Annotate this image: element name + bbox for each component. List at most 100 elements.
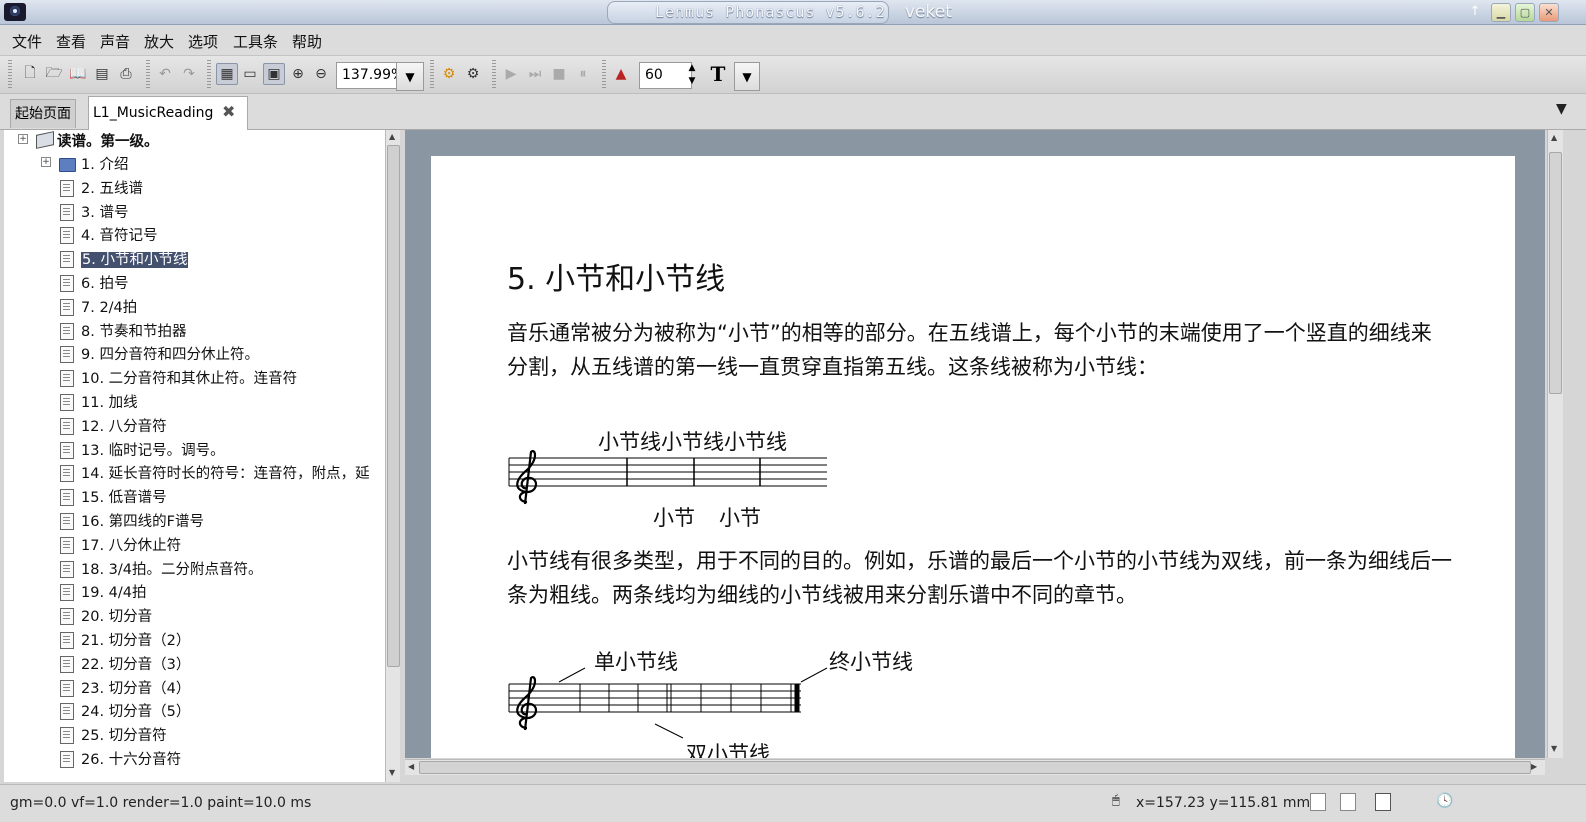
tree-item[interactable]: 12. 八分音符 [81,416,167,438]
tree-item[interactable]: 21. 切分音（2） [81,630,190,652]
tree-root[interactable]: 读谱。第一级。 [57,131,159,153]
page-icon [60,536,74,554]
open-book-icon[interactable]: 📖 [68,64,88,84]
scroll-down-icon[interactable]: ▼ [1551,744,1557,753]
toolbar-grip[interactable] [602,60,606,89]
scroll-up-icon[interactable]: ▲ [389,132,395,141]
tempo-input[interactable]: 60 [639,62,692,89]
toolbar-grip[interactable] [492,60,496,89]
sound-gear-icon[interactable]: ⚙ [439,64,459,84]
tab-close-icon[interactable]: ✖ [222,102,235,121]
settings-icon[interactable]: ⚙ [463,64,483,84]
menu-toolbars[interactable]: 工具条 [233,31,278,52]
tree-scrollbar[interactable]: ▲ ▼ [385,130,400,782]
tab-start-page[interactable]: 起始页面 [10,99,76,128]
new-file-icon[interactable]: 🗋 [20,64,40,84]
open-folder-icon[interactable]: 🗁 [44,64,64,84]
expand-icon[interactable]: + [41,157,51,167]
status-bar: gm=0.0 vf=1.0 render=1.0 paint=10.0 ms 🖱… [0,784,1586,822]
pause-icon[interactable]: ⏸ [573,64,593,84]
measure-label-1: 小节 [653,506,695,530]
close-window-icon[interactable]: ✕ [1539,3,1559,22]
menu-sound[interactable]: 声音 [100,31,130,52]
menu-help[interactable]: 帮助 [292,31,322,52]
page-layout-icon[interactable]: ▣ [263,63,285,85]
zoom-input[interactable]: 137.99% [336,62,401,89]
scroll-left-icon[interactable]: ◀ [408,762,414,771]
document-vertical-scrollbar[interactable]: ▲ ▼ [1547,130,1563,758]
page-view-icon[interactable]: ▭ [240,64,260,84]
shade-window-icon[interactable]: ↑ [1466,3,1484,20]
tree-item[interactable]: 4. 音符记号 [81,225,157,247]
tree-item[interactable]: 10. 二分音符和其休止符。连音符 [81,368,297,390]
vertical-scrollbar-thumb[interactable] [1549,152,1562,394]
menu-file[interactable]: 文件 [12,31,42,52]
treble-clef-icon [516,676,538,731]
expand-icon[interactable]: + [18,134,28,144]
contents-tree: + 读谱。第一级。 + 1. 介绍 2. 五线谱 3. 谱号 4. 音符记号 5. 小节… [4,130,389,782]
tree-scrollbar-thumb[interactable] [387,145,400,667]
tempo-stepper-icon[interactable]: ▲ ▼ [686,62,698,89]
tree-item[interactable]: 16. 第四线的F谱号 [81,511,204,533]
scroll-up-icon[interactable]: ▲ [1551,133,1557,142]
tree-item[interactable]: 7. 2/4拍 [81,297,137,319]
stop-icon[interactable]: ■ [549,64,569,84]
tree-item[interactable]: 25. 切分音符 [81,725,167,747]
tree-item[interactable]: 1. 介绍 [81,154,128,176]
toolbar-grip[interactable] [207,60,211,89]
toolbar-grip[interactable] [430,60,434,89]
redo-icon[interactable]: ↷ [179,64,199,84]
menu-view[interactable]: 查看 [56,31,86,52]
toggle-sidebar-icon[interactable]: ▦ [216,63,238,85]
text-tool-button[interactable]: T [704,62,732,87]
tree-item[interactable]: 22. 切分音（3） [81,654,190,676]
toolbar-grip[interactable] [146,60,150,89]
tree-item[interactable]: 17. 八分休止符 [81,535,181,557]
page-icon [60,655,74,673]
zoom-dropdown-chevron-icon[interactable]: ▼ [396,62,424,91]
tree-item[interactable]: 2. 五线谱 [81,178,143,200]
scroll-right-icon[interactable]: ▶ [1531,762,1537,771]
tree-item[interactable]: 18. 3/4拍。二分附点音符。 [81,559,263,581]
save-icon[interactable]: ▤ [92,64,112,84]
undo-icon[interactable]: ↶ [155,64,175,84]
tree-item[interactable]: 23. 切分音（4） [81,678,190,700]
tree-item[interactable]: 11. 加线 [81,392,138,414]
play-cursor-icon[interactable]: ⏭ [525,64,545,84]
tree-item[interactable]: 5. 小节和小节线 [81,249,189,271]
page-icon [60,179,74,197]
tree-item[interactable]: 20. 切分音 [81,606,152,628]
page-icon [60,703,74,721]
horizontal-scrollbar-thumb[interactable] [419,761,1531,774]
tree-item[interactable]: 9. 四分音符和四分休止符。 [81,344,259,366]
text-tool-dropdown-chevron-icon[interactable]: ▼ [734,62,760,91]
zoom-out-icon[interactable]: ⊖ [311,64,331,84]
document-horizontal-scrollbar[interactable]: ◀ ▶ [405,759,1545,775]
tree-item[interactable]: 19. 4/4拍 [81,582,147,604]
tree-item[interactable]: 26. 十六分音符 [81,749,181,771]
tree-item[interactable]: 24. 切分音（5） [81,701,190,723]
metronome-icon[interactable]: ▲ [611,64,631,84]
tabs-menu-chevron-icon[interactable]: ▼ [1556,101,1567,117]
app-icon[interactable] [4,3,26,21]
print-icon[interactable]: ⎙ [116,64,136,84]
tree-item[interactable]: 14. 延长音符时长的符号：连音符，附点，延 [81,463,370,485]
tree-item[interactable]: 15. 低音谱号 [81,487,167,509]
tree-item[interactable]: 13. 临时记号。调号。 [81,440,225,462]
zoom-in-icon[interactable]: ⊕ [288,64,308,84]
main-toolbar: 🗋 🗁 📖 ▤ ⎙ ↶ ↷ ▦ ▭ ▣ ⊕ ⊖ ⚙ ⚙ ▶ ⏭ ■ ⏸ ▲ [0,56,1586,94]
menu-zoom[interactable]: 放大 [144,31,174,52]
page-icon [60,417,74,435]
tree-item[interactable]: 8. 节奏和节拍器 [81,321,186,343]
tree-item[interactable]: 3. 谱号 [81,202,128,224]
scroll-down-icon[interactable]: ▼ [389,768,395,777]
minimize-window-icon[interactable]: ▁ [1491,3,1511,22]
play-icon[interactable]: ▶ [501,64,521,84]
toolbar-grip[interactable] [8,60,12,89]
maximize-window-icon[interactable]: ▢ [1515,3,1535,22]
menu-options[interactable]: 选项 [188,31,218,52]
page-icon [60,227,74,245]
document-viewport: 5. 小节和小节线 音乐通常被分为被称为“小节”的相等的部分。在五线谱上，每个小… [405,130,1545,758]
tree-item[interactable]: 6. 拍号 [81,273,128,295]
measure-label-2: 小节 [719,506,761,530]
